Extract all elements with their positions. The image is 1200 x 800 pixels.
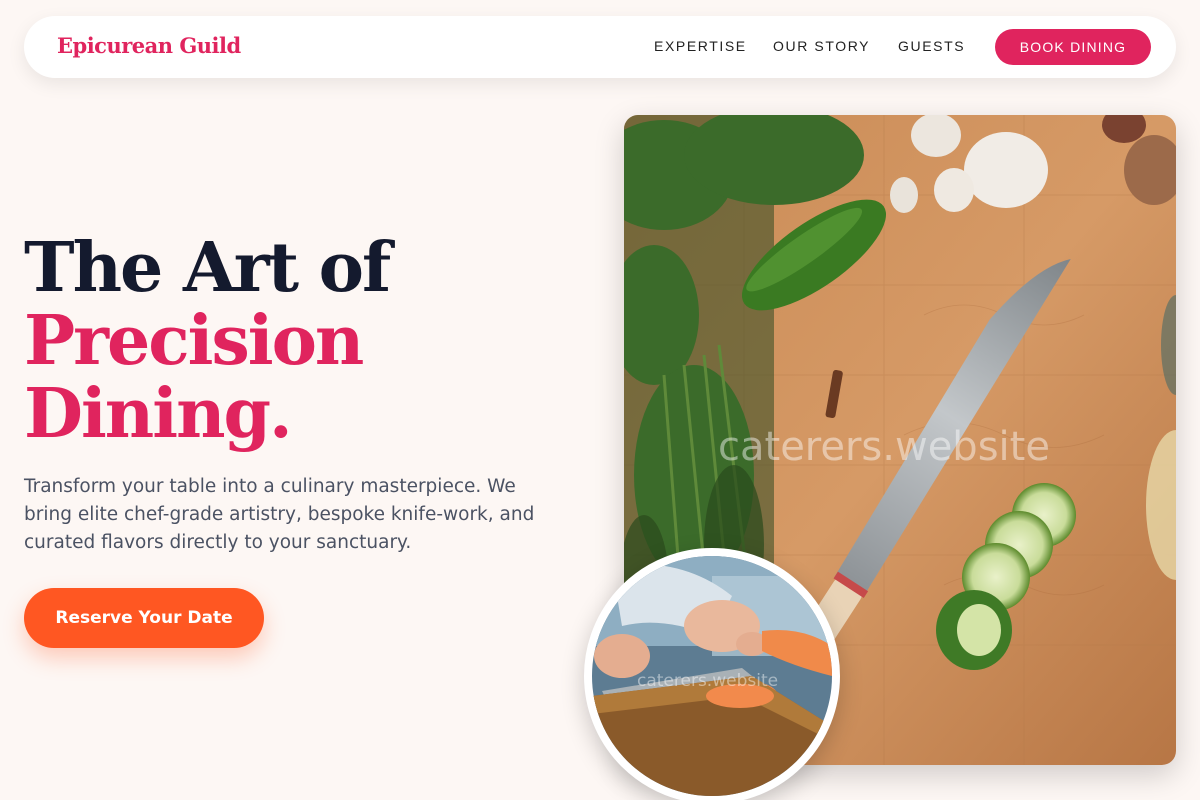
chef-slicing-illustration bbox=[592, 556, 832, 796]
hero-title-line-1: The Art of bbox=[24, 228, 391, 308]
nav-link-our-story[interactable]: OUR STORY bbox=[773, 38, 870, 54]
nav-link-expertise[interactable]: EXPERTISE bbox=[654, 38, 747, 54]
nav-link-guests[interactable]: GUESTS bbox=[898, 38, 965, 54]
hero-title: The Art of Precision Dining. bbox=[24, 228, 391, 454]
top-navbar: Epicurean Guild EXPERTISE OUR STORY GUES… bbox=[24, 16, 1176, 78]
hero-description: Transform your table into a culinary mas… bbox=[24, 476, 535, 553]
brand-logo[interactable]: Epicurean Guild bbox=[57, 33, 241, 58]
hero-title-line-2: Precision bbox=[24, 301, 364, 381]
book-dining-button[interactable]: BOOK DINING bbox=[995, 29, 1151, 65]
hero-title-line-3: Dining. bbox=[24, 374, 293, 454]
chef-slicing-photo bbox=[584, 548, 840, 800]
reserve-date-button[interactable]: Reserve Your Date bbox=[24, 588, 264, 648]
